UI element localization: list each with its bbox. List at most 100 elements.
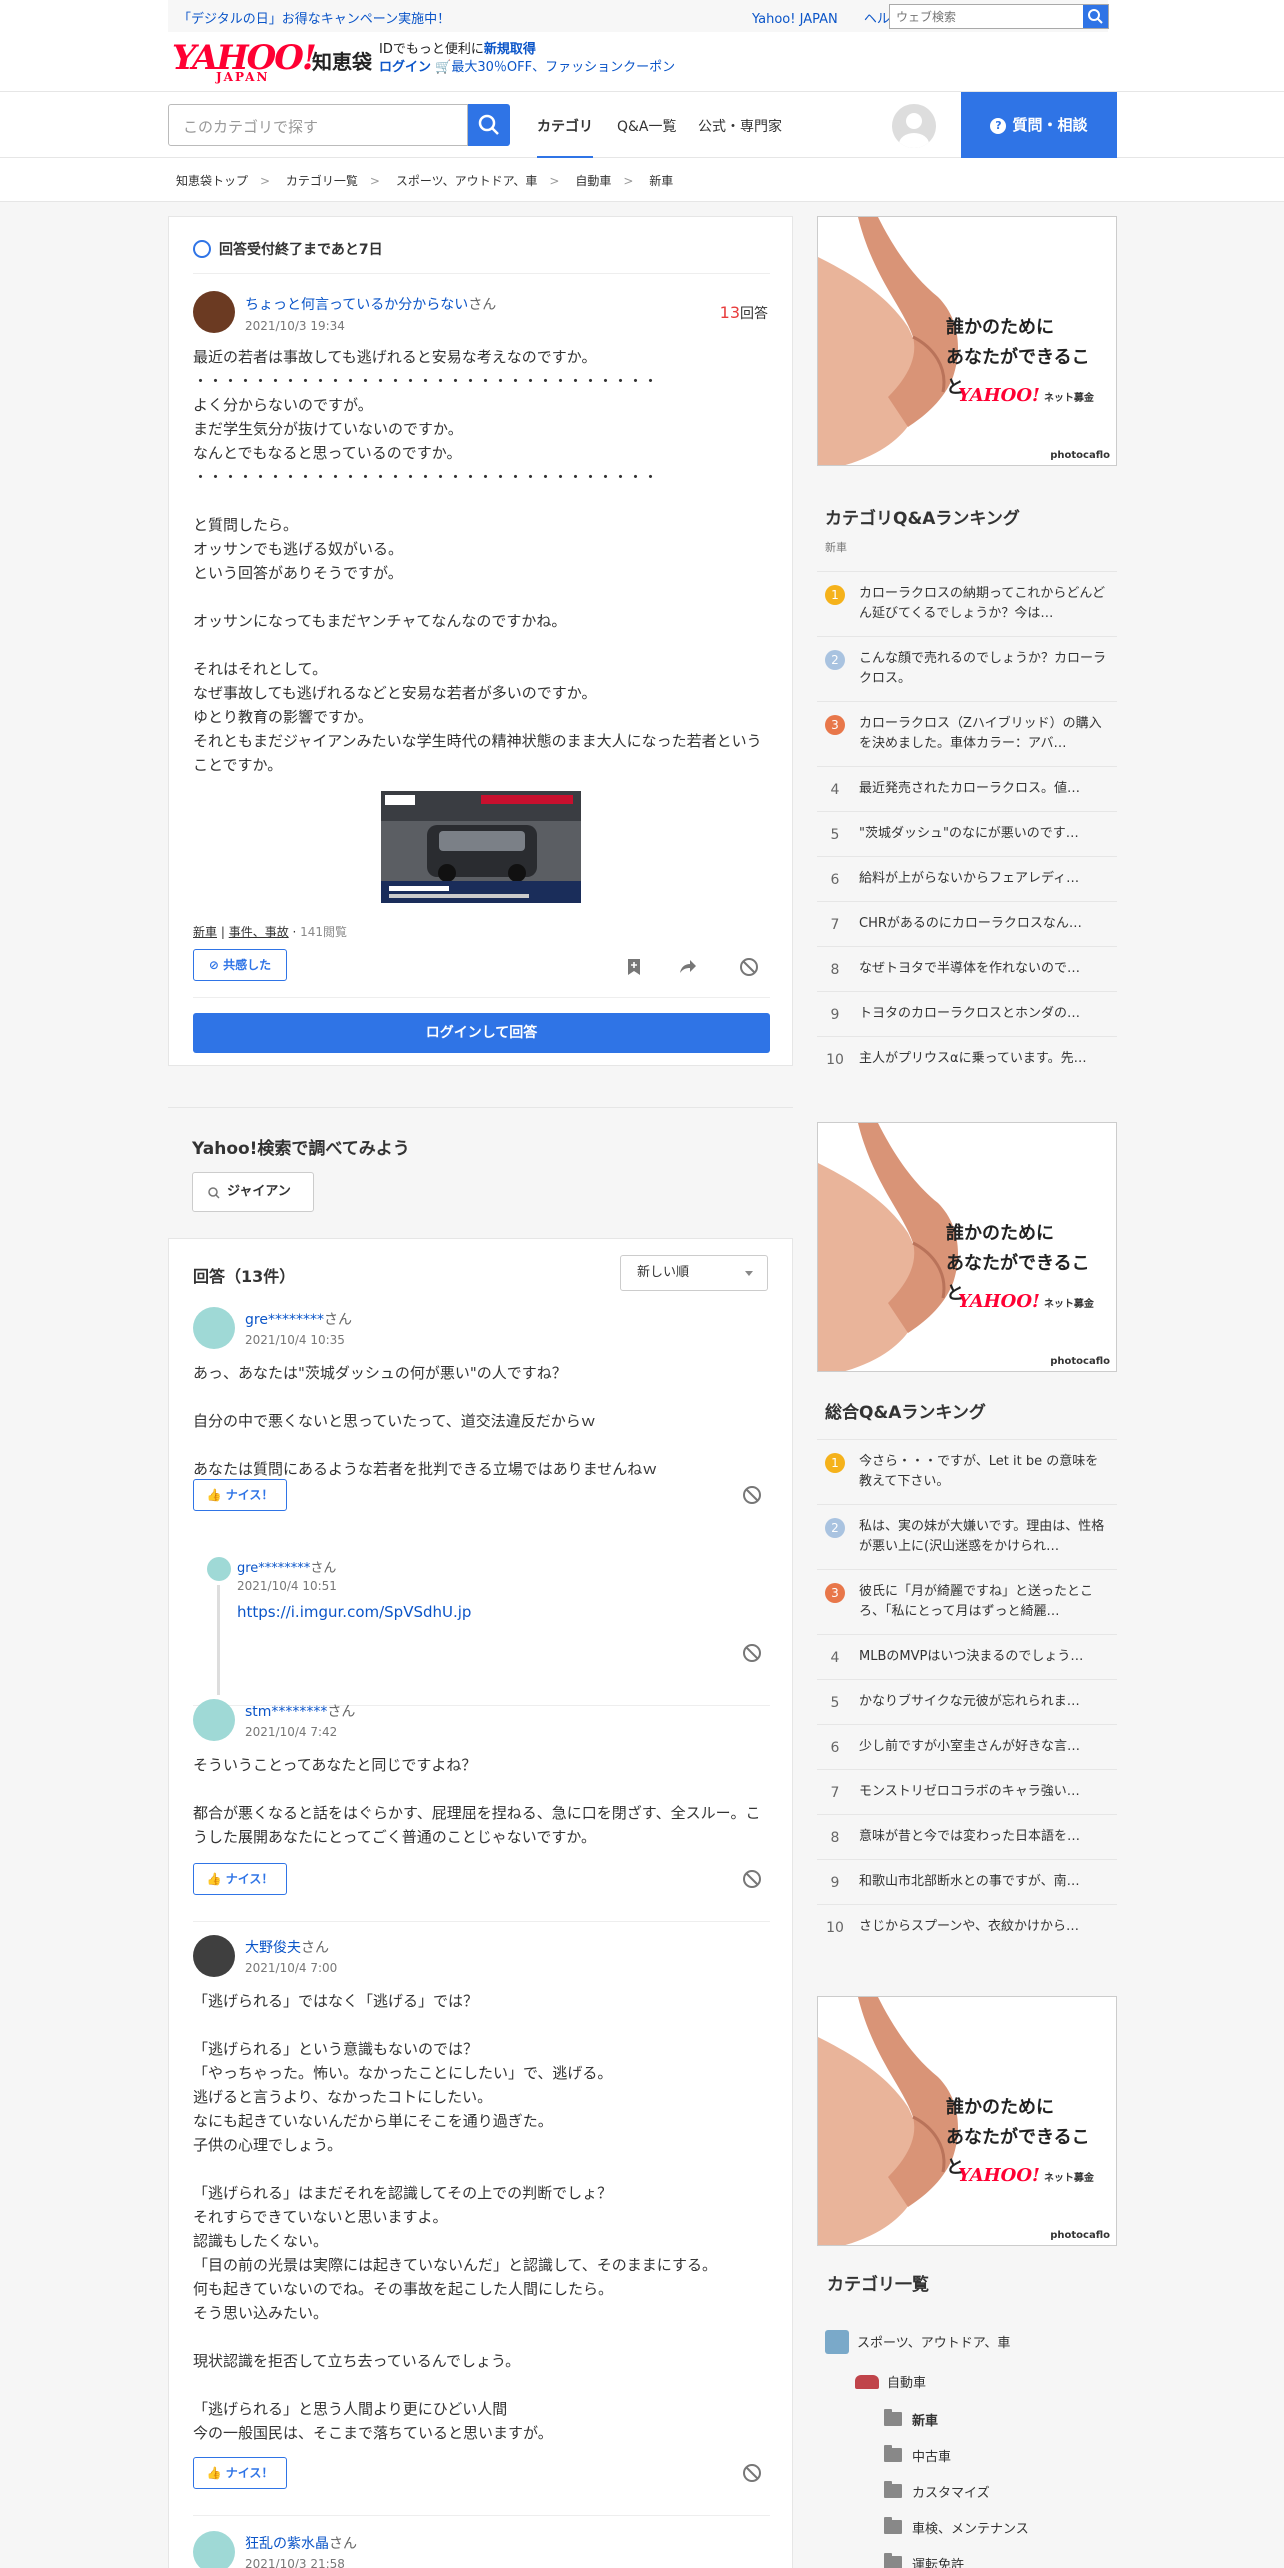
- tag-link[interactable]: 新車: [193, 925, 217, 939]
- ranking-item[interactable]: 8 意味が昔と今では変わった日本語を…: [817, 1814, 1117, 1859]
- category-root[interactable]: スポーツ、アウトドア、車: [825, 2330, 1010, 2354]
- ranking-item[interactable]: 9 トヨタのカローラクロスとホンダの…: [817, 991, 1117, 1036]
- category-folder-item[interactable]: カスタマイズ: [884, 2481, 990, 2501]
- reply-user-name[interactable]: gre********さん: [237, 1557, 336, 1576]
- ranking-item[interactable]: 6 少し前ですが小室圭さんが好きな言…: [817, 1724, 1117, 1769]
- ranking-item[interactable]: 6 給料が上がらないからフェアレディ…: [817, 856, 1117, 901]
- block-icon[interactable]: [742, 1643, 762, 1663]
- ranking-item-title: トヨタのカローラクロスとホンダの…: [859, 1006, 1081, 1021]
- breadcrumb-item[interactable]: 知恵袋トップ: [176, 174, 248, 188]
- question-user-avatar[interactable]: [193, 291, 235, 333]
- reply-link[interactable]: https://i.imgur.com/SpVSdhU.jp: [237, 1603, 471, 1621]
- overall-ranking: 総合Q&Aランキング 1 今さら・・・ですが、Let it be の意味を教えて下…: [817, 1398, 1117, 1949]
- answer-user-avatar[interactable]: [193, 1699, 235, 1741]
- ranking-item-title: 少し前ですが小室圭さんが好きな言…: [859, 1739, 1081, 1754]
- web-search-input[interactable]: [890, 5, 1080, 28]
- ranking-item[interactable]: 1 今さら・・・ですが、Let it be の意味を教えて下さい。: [817, 1439, 1117, 1504]
- id-promo: IDでもっと便利に新規取得 ログイン 🛒最大30％OFF、ファッションクーポン: [379, 42, 676, 75]
- category-list-title: カテゴリ一覧: [827, 2275, 929, 2295]
- category-folder-item[interactable]: 運転免許: [884, 2553, 964, 2568]
- ranking-item[interactable]: 1 カローラクロスの納期ってこれからどんどん延びてくるでしょうか？今は…: [817, 571, 1117, 636]
- ranking-item[interactable]: 9 和歌山市北部断水との事ですが、南…: [817, 1859, 1117, 1904]
- ranking-item-title: 最近発売されたカローラクロス。値…: [859, 781, 1081, 796]
- ranking-item[interactable]: 5 かなりブサイクな元彼が忘れられま…: [817, 1679, 1117, 1724]
- answer-user-name[interactable]: stm********さん: [245, 1701, 355, 1721]
- web-search: [889, 4, 1109, 29]
- answer-body: そういうことってあなたと同じですよね？ 都合が悪くなると話をはぐらかす、屁理屈を…: [193, 1756, 761, 1846]
- ad-banner[interactable]: 誰かのために あなたができること YAHOO! ネット募金 photocaflo: [817, 1122, 1117, 1372]
- ad-brand: YAHOO! ネット募金: [958, 2165, 1094, 2186]
- register-link[interactable]: 新規取得: [484, 42, 536, 57]
- ranking-item[interactable]: 8 なぜトヨタで半導体を作れないので…: [817, 946, 1117, 991]
- answer-user-avatar[interactable]: [193, 2531, 235, 2568]
- folder-icon: [884, 2445, 902, 2462]
- ranking-item[interactable]: 10 主人がプリウスαに乗っています。先…: [817, 1036, 1117, 1081]
- block-icon[interactable]: [739, 957, 759, 977]
- ranking-item[interactable]: 2 こんな顔で売れるのでしょうか？カローラクロス。: [817, 636, 1117, 701]
- rank-number: 5: [830, 1695, 840, 1711]
- ranking-item[interactable]: 3 カローラクロス（Zハイブリッド）の購入を決めました。車体カラー：アバ…: [817, 701, 1117, 766]
- ranking-item[interactable]: 7 CHRがあるのにカローラクロスなん…: [817, 901, 1117, 946]
- block-icon[interactable]: [742, 2463, 762, 2483]
- breadcrumb-item[interactable]: スポーツ、アウトドア、車: [396, 174, 538, 188]
- category-folder-label: 新車: [912, 2414, 939, 2429]
- category-folder-item[interactable]: 車検、メンテナンス: [884, 2517, 1029, 2537]
- block-icon[interactable]: [742, 1869, 762, 1889]
- question-user-name[interactable]: ちょっと何言っているか分からないさん: [245, 294, 496, 314]
- folder-icon: [884, 2409, 902, 2426]
- block-icon[interactable]: [742, 1485, 762, 1505]
- ranking-item[interactable]: 4 MLBのMVPはいつ決まるのでしょう…: [817, 1634, 1117, 1679]
- category-child[interactable]: 自動車: [855, 2372, 926, 2391]
- campaign-link[interactable]: 「デジタルの日」お得なキャンペーン実施中！: [178, 8, 450, 27]
- login-link[interactable]: ログイン: [379, 60, 431, 75]
- answer-date: 2021/10/4 10:35: [245, 1333, 345, 1347]
- ranking-item[interactable]: 4 最近発売されたカローラクロス。値…: [817, 766, 1117, 811]
- answer-item: stm********さん 2021/10/4 7:42 そういうことってあなた…: [193, 1699, 770, 1921]
- answer-user-avatar[interactable]: [193, 1935, 235, 1977]
- login-answer-button[interactable]: ログインして回答: [193, 1013, 770, 1053]
- thumbs-up-icon: 👍: [206, 1488, 226, 1502]
- nice-button[interactable]: 👍 ナイス！: [193, 1863, 287, 1895]
- coupon-link[interactable]: 最大30％OFF、ファッションクーポン: [451, 60, 675, 75]
- sort-select[interactable]: 新しい順: [620, 1255, 768, 1291]
- reply-user-avatar[interactable]: [207, 1557, 231, 1581]
- breadcrumb-item[interactable]: 新車: [649, 174, 673, 188]
- yahoo-logo[interactable]: YAHOO! JAPAN: [172, 38, 317, 84]
- tab-official[interactable]: 公式・専門家: [698, 116, 782, 136]
- question-image[interactable]: [381, 791, 581, 903]
- answer-body: 「逃げられる」ではなく「逃げる」では？ 「逃げられる」という意識もないのでは？ …: [193, 1992, 717, 2442]
- category-folder-item[interactable]: 中古車: [884, 2445, 951, 2465]
- answer-user-avatar[interactable]: [193, 1307, 235, 1349]
- ranking-item[interactable]: 10 さじからスプーンや、衣紋かけから…: [817, 1904, 1117, 1949]
- ranking-item[interactable]: 2 私は、実の妹が大嫌いです。理由は、性格が悪い上に(沢山迷惑をかけられ…: [817, 1504, 1117, 1569]
- ad-banner[interactable]: 誰かのために あなたができること YAHOO! ネット募金 photocaflo: [817, 1996, 1117, 2246]
- yahoo-japan-link[interactable]: Yahoo! JAPAN: [752, 12, 838, 27]
- nice-button[interactable]: 👍 ナイス！: [193, 1479, 287, 1511]
- ranking-item[interactable]: 5 "茨城ダッシュ"のなにが悪いのです…: [817, 811, 1117, 856]
- search-suggest-chip[interactable]: ジャイアン: [192, 1172, 314, 1212]
- breadcrumb-item[interactable]: カテゴリ一覧: [286, 174, 358, 188]
- nice-button[interactable]: 👍 ナイス！: [193, 2457, 287, 2489]
- ranking-item[interactable]: 7 モンストリゼロコラボのキャラ強い…: [817, 1769, 1117, 1814]
- category-folder-item[interactable]: 新車: [884, 2409, 939, 2429]
- chiebukuro-logo[interactable]: 知恵袋: [312, 46, 372, 75]
- answer-user-name[interactable]: 大野俊夫さん: [245, 1937, 329, 1957]
- category-search-input[interactable]: このカテゴリで探す: [168, 104, 468, 146]
- breadcrumb-item[interactable]: 自動車: [575, 174, 611, 188]
- ad-banner[interactable]: 誰かのために あなたができること YAHOO! ネット募金 photocaflo: [817, 216, 1117, 466]
- question-date: 2021/10/3 19:34: [245, 319, 345, 333]
- ranking-item-title: "茨城ダッシュ"のなにが悪いのです…: [859, 826, 1079, 841]
- tag-link[interactable]: 事件、事故: [229, 925, 289, 939]
- category-search-button[interactable]: [468, 104, 510, 146]
- share-icon[interactable]: [677, 957, 697, 977]
- answer-user-name[interactable]: 狂乱の紫水晶さん: [245, 2533, 357, 2553]
- bookmark-icon[interactable]: [624, 957, 644, 977]
- answer-user-name[interactable]: gre********さん: [245, 1309, 352, 1329]
- sympathy-button[interactable]: ⊘ 共感した: [193, 949, 287, 981]
- ranking-item[interactable]: 3 彼氏に「月が綺麗ですね」と送ったところ、「私にとって月はずっと綺麗…: [817, 1569, 1117, 1634]
- user-avatar[interactable]: [892, 104, 936, 148]
- web-search-button[interactable]: [1083, 5, 1108, 28]
- tab-category[interactable]: カテゴリ: [537, 116, 593, 159]
- ask-question-button[interactable]: ? 質問・相談: [961, 92, 1117, 158]
- tab-qa-list[interactable]: Q&A一覧: [617, 116, 677, 136]
